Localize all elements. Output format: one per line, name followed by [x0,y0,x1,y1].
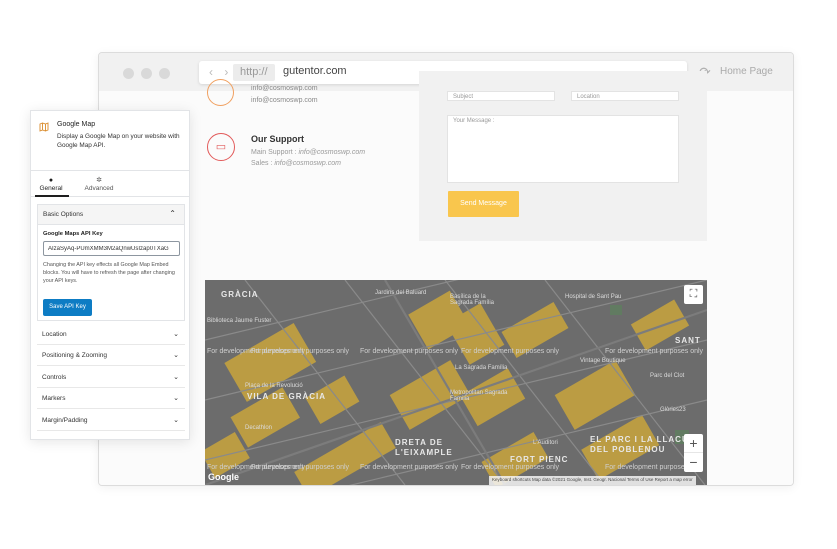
api-key-label: Google Maps API Key [43,231,103,237]
map-poi[interactable]: Biblioteca Jaume Fuster [207,318,271,324]
basic-options-title: Basic Options [43,211,84,218]
map-watermark: For development purposes only [461,348,560,355]
contact-email-line: info@cosmoswp.com [251,85,318,92]
section-label: Positioning & Zooming [42,352,108,359]
map-poi[interactable]: Parc del Clot [650,373,684,379]
map-poi[interactable]: L'Auditori [533,440,558,446]
section-label: Margin/Padding [42,417,88,424]
block-title: Google Map [57,121,96,128]
message-textarea[interactable]: Your Message : [447,115,679,183]
block-card: Google Map Display a Google Map on your … [31,111,189,171]
sales-label: Sales : [251,160,275,167]
basic-options-panel: Basic Options ⌃ Google Maps API Key Chan… [37,204,185,321]
support-chat-icon: ▭ [207,133,235,161]
api-key-input[interactable] [43,241,180,256]
save-api-key-button[interactable]: Save API Key [43,299,92,316]
tab-advanced-label: Advanced [84,185,114,192]
block-description: Display a Google Map on your website wit… [57,133,180,149]
url-domain[interactable]: gutentor.com [283,65,347,77]
chevron-down-icon: ⌄ [173,395,179,402]
email-icon [207,79,234,106]
google-logo[interactable]: Google [208,472,239,482]
protocol-label: http:// [233,64,275,81]
map-poi[interactable]: Basílica de la Sagrada Família [450,294,510,306]
zoom-out-button[interactable]: − [684,453,703,472]
map-watermark: For development purposes only [605,348,704,355]
section-label: Markers [42,395,66,402]
tab-advanced[interactable]: ✲ Advanced [79,176,119,192]
window-dot [123,68,134,79]
chevron-down-icon: ⌄ [173,374,179,381]
main-support-email[interactable]: info@cosmoswp.com [298,149,365,156]
browser-window: ‹ › http:// gutentor.com ⟳ Home Page inf… [98,52,794,486]
chevron-down-icon: ⌄ [173,352,179,359]
page-content: info@cosmoswp.com info@cosmoswp.com ▭ Ou… [99,71,793,485]
sales-email[interactable]: info@cosmoswp.com [274,160,341,167]
home-page-link[interactable]: Home Page [720,66,773,77]
window-dot [159,68,170,79]
map-watermark: For development purposes only [251,348,350,355]
map-poi[interactable]: Hospital de Sant Pau [565,294,621,300]
district-label: GRÀCIA [221,290,259,299]
district-label: DRETA DE L'EIXAMPLE [395,438,453,457]
map-poi[interactable]: Metropolitan Sagrada Familia [450,390,510,402]
chevron-up-icon: ⌃ [169,209,176,218]
chevron-down-icon: ⌄ [173,417,179,424]
gear-icon: ✲ [96,177,102,184]
district-label: VILA DE GRÀCIA [247,392,327,401]
section-label: Controls [42,374,67,381]
district-label: SANT [675,336,701,345]
send-message-button[interactable]: Send Message [448,191,519,217]
section-margin-padding[interactable]: Margin/Padding ⌄ [37,410,185,431]
section-controls[interactable]: Controls ⌄ [37,367,185,388]
google-map[interactable]: GRÀCIA VILA DE GRÀCIA DRETA DE L'EIXAMPL… [205,280,707,485]
map-attribution[interactable]: Keyboard shortcuts Map data ©2021 Google… [489,476,696,485]
tab-general[interactable]: ● General [31,176,71,192]
contact-email-line: info@cosmoswp.com [251,97,318,104]
nav-arrows-icon[interactable]: ‹ › [209,65,232,79]
map-poi[interactable]: Glòries23 [660,407,686,413]
zoom-in-button[interactable]: + [684,434,703,453]
map-watermark: For development purposes only [461,464,560,471]
window-dot [141,68,152,79]
main-support-line: Main Support : info@cosmoswp.com [251,149,365,156]
map-poi[interactable]: Vintage Boutique [580,358,626,364]
settings-tabs: ● General ✲ Advanced [31,173,189,197]
support-title: Our Support [251,134,304,144]
section-location[interactable]: Location ⌄ [37,324,185,345]
section-positioning-zooming[interactable]: Positioning & Zooming ⌄ [37,345,185,366]
subject-input[interactable]: Subject [447,91,555,101]
district-label: FORT PIENC [510,455,569,464]
map-poi[interactable]: La Sagrada Família [455,365,507,371]
sales-line: Sales : info@cosmoswp.com [251,160,341,167]
basic-options-toggle[interactable]: Basic Options ⌃ [38,205,184,225]
active-tab-indicator [35,195,69,197]
location-input[interactable]: Location [571,91,679,101]
map-poi[interactable]: Jardins del Baluard [375,290,426,296]
tab-general-label: General [39,185,63,192]
map-poi[interactable]: Plaça de la Revolució [245,383,303,389]
block-settings-panel: Google Map Display a Google Map on your … [30,110,190,440]
main-support-label: Main Support : [251,149,299,156]
chevron-down-icon: ⌄ [173,331,179,338]
map-icon [39,122,49,132]
zoom-controls: + − [684,434,703,472]
map-watermark: For development purposes only [360,348,459,355]
map-poi[interactable]: Decathlon [245,425,272,431]
section-label: Location [42,331,67,338]
map-watermark: For development purposes only [251,464,350,471]
map-watermark: For development purposes only [360,464,459,471]
api-key-help: Changing the API key effects all Google … [43,262,175,284]
fullscreen-icon[interactable]: ⛶ [684,285,703,304]
general-icon: ● [48,177,54,184]
section-markers[interactable]: Markers ⌄ [37,388,185,409]
